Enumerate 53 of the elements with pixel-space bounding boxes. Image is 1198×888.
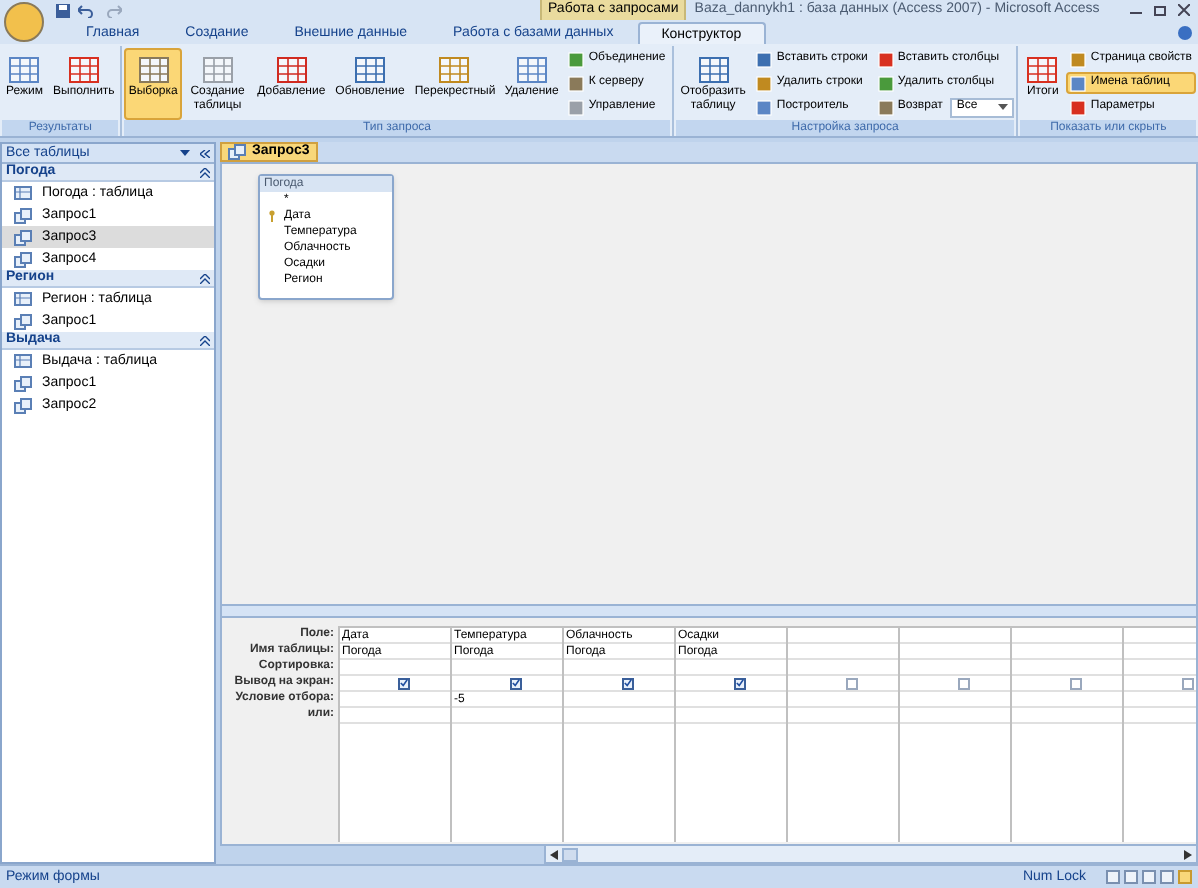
square-icon xyxy=(1070,99,1087,115)
table-icon xyxy=(201,54,234,86)
square-icon xyxy=(877,51,894,67)
table-icon xyxy=(14,186,32,200)
table-icon xyxy=(14,292,32,306)
table-icon xyxy=(354,54,386,86)
scrollbar-thumb[interactable] xyxy=(562,848,578,862)
table-icon xyxy=(515,54,548,86)
table-icon xyxy=(14,354,32,368)
check-icon xyxy=(624,678,632,688)
caret-icon[interactable] xyxy=(180,150,190,156)
scroll-left-icon[interactable] xyxy=(550,850,558,860)
show-checkbox[interactable] xyxy=(398,677,410,689)
undo-icon[interactable] xyxy=(78,3,94,17)
table-icon xyxy=(438,54,471,86)
show-checkbox[interactable] xyxy=(846,677,858,689)
show-checkbox[interactable] xyxy=(1070,677,1082,689)
check-icon xyxy=(512,678,520,688)
square-icon xyxy=(568,99,585,115)
collapse-icon[interactable] xyxy=(200,273,210,283)
collapse-icon[interactable] xyxy=(200,167,210,177)
show-checkbox[interactable] xyxy=(958,677,970,689)
show-checkbox[interactable] xyxy=(510,677,522,689)
square-icon xyxy=(877,75,894,91)
table-icon xyxy=(137,54,170,86)
close-icon[interactable] xyxy=(1178,4,1190,16)
table-icon xyxy=(8,54,41,86)
square-icon xyxy=(568,75,585,91)
maximize-icon[interactable] xyxy=(1154,5,1166,15)
caret-icon xyxy=(998,104,1009,110)
collapse-icon[interactable] xyxy=(200,149,210,157)
check-icon xyxy=(400,678,408,688)
square-icon xyxy=(756,51,773,67)
table-icon xyxy=(697,54,730,86)
show-checkbox[interactable] xyxy=(622,677,634,689)
table-icon xyxy=(67,54,100,86)
table-icon xyxy=(275,54,308,86)
square-icon xyxy=(756,99,773,115)
office-button[interactable] xyxy=(4,2,44,42)
square-icon xyxy=(877,99,894,115)
scroll-right-icon[interactable] xyxy=(1184,850,1192,860)
square-icon xyxy=(1070,75,1087,91)
show-checkbox[interactable] xyxy=(1182,677,1194,689)
collapse-icon[interactable] xyxy=(200,335,210,345)
show-checkbox[interactable] xyxy=(734,677,746,689)
key-icon xyxy=(268,210,276,222)
redo-icon[interactable] xyxy=(106,3,122,17)
square-icon xyxy=(756,75,773,91)
table-icon xyxy=(1026,54,1059,86)
save-icon[interactable] xyxy=(56,3,70,17)
square-icon xyxy=(1070,51,1087,67)
square-icon xyxy=(568,51,585,67)
check-icon xyxy=(736,678,744,688)
